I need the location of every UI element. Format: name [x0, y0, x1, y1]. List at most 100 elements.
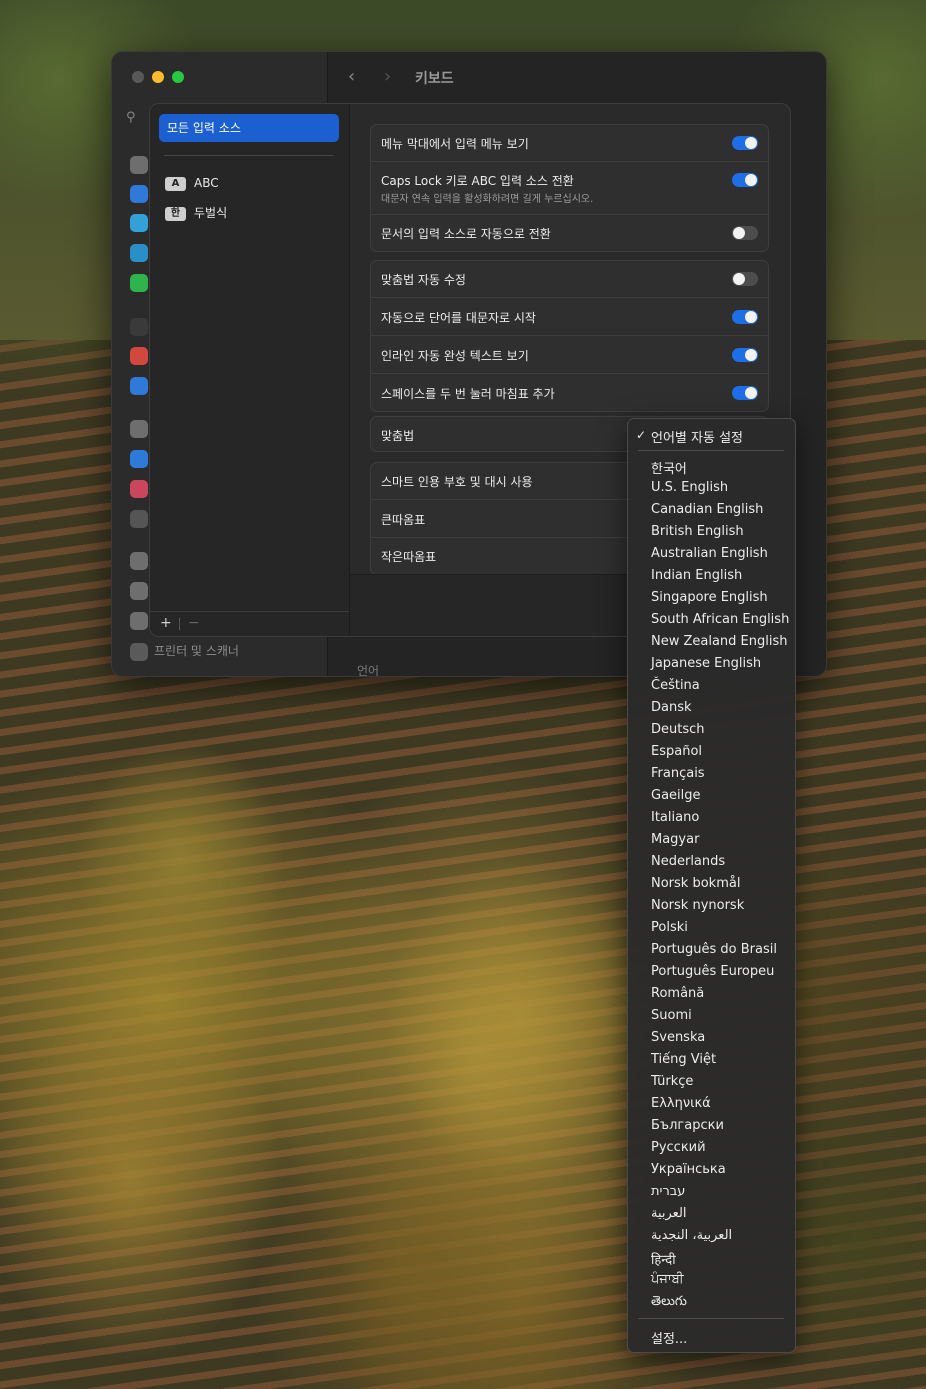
- menu-item-language[interactable]: British English: [651, 524, 744, 539]
- auto-correct-toggle[interactable]: [732, 272, 758, 286]
- back-button[interactable]: ‹: [348, 66, 355, 87]
- wallet-icon[interactable]: [130, 510, 148, 528]
- input-source-dubeolsik[interactable]: 한 두벌식: [165, 204, 227, 221]
- menu-item-language[interactable]: Dansk: [651, 700, 692, 715]
- input-source-label: ABC: [194, 176, 219, 190]
- minimize-button[interactable]: [152, 71, 164, 83]
- menu-item-language[interactable]: Polski: [651, 920, 688, 935]
- menu-item-language[interactable]: Română: [651, 986, 704, 1001]
- forward-button[interactable]: ›: [384, 66, 391, 87]
- menu-separator: [638, 450, 784, 451]
- menu-item-language[interactable]: हिन्दी: [651, 1250, 676, 1268]
- input-source-label: 두벌식: [194, 206, 228, 220]
- divider: [164, 155, 334, 156]
- menu-item-settings[interactable]: 설정...: [651, 1328, 687, 1347]
- game-center-icon[interactable]: [130, 480, 148, 498]
- menu-item-language[interactable]: Čeština: [651, 678, 700, 693]
- menu-item-language[interactable]: Svenska: [651, 1030, 705, 1045]
- sidebar-item-label: 프린터 및 스캐너: [154, 644, 239, 658]
- mouse-icon[interactable]: [130, 582, 148, 600]
- menu-item-automatic[interactable]: 언어별 자동 설정: [651, 427, 743, 446]
- internet-accounts-icon[interactable]: [130, 450, 148, 468]
- divider: [179, 618, 180, 630]
- sidebar-item-printers[interactable]: 프린터 및 스캐너: [130, 642, 239, 661]
- hangul-badge-icon: 한: [165, 206, 186, 221]
- menu-item-language[interactable]: Български: [651, 1118, 724, 1133]
- remove-input-source-button[interactable]: −: [188, 615, 200, 631]
- accessibility-icon[interactable]: [130, 214, 148, 232]
- settings-row: 자동으로 단어를 대문자로 시작: [371, 298, 768, 336]
- settings-row: 인라인 자동 완성 텍스트 보기: [371, 336, 768, 374]
- menu-item-language[interactable]: Japanese English: [651, 656, 761, 671]
- menu-item-language[interactable]: Українська: [651, 1162, 726, 1177]
- menu-item-language[interactable]: Português Europeu: [651, 964, 774, 979]
- menu-item-language[interactable]: Português do Brasil: [651, 942, 777, 957]
- auto-switch-input-source-toggle[interactable]: [732, 226, 758, 240]
- menu-item-language[interactable]: Singapore English: [651, 590, 768, 605]
- add-input-source-button[interactable]: +: [160, 615, 172, 631]
- menu-item-language[interactable]: Magyar: [651, 832, 699, 847]
- menu-item-language[interactable]: Norsk nynorsk: [651, 898, 744, 913]
- input-source-abc[interactable]: A ABC: [165, 176, 219, 191]
- setting-label: 인라인 자동 완성 텍스트 보기: [381, 349, 529, 363]
- menu-item-language[interactable]: עברית: [651, 1184, 685, 1199]
- appearance-icon[interactable]: [130, 185, 148, 203]
- menu-item-language[interactable]: العربية، النجدية: [651, 1228, 732, 1243]
- language-section-label: 언어: [357, 664, 380, 677]
- menu-item-language[interactable]: Canadian English: [651, 502, 763, 517]
- setting-label: 자동으로 단어를 대문자로 시작: [381, 311, 536, 325]
- menu-item-language[interactable]: Русский: [651, 1140, 706, 1155]
- passwords-icon[interactable]: [130, 420, 148, 438]
- menu-item-language[interactable]: 한국어: [651, 458, 687, 477]
- settings-row: Caps Lock 키로 ABC 입력 소스 전환 대문자 연속 입력을 활성화…: [371, 162, 768, 215]
- show-input-menu-toggle[interactable]: [732, 136, 758, 150]
- zoom-button[interactable]: [172, 71, 184, 83]
- menu-item-language[interactable]: Nederlands: [651, 854, 725, 869]
- caps-lock-switch-toggle[interactable]: [732, 173, 758, 187]
- setting-label: 스마트 인용 부호 및 대시 사용: [381, 475, 533, 489]
- menu-item-language[interactable]: ਪੰਜਾਬੀ: [651, 1272, 684, 1287]
- lock-icon[interactable]: [130, 318, 148, 336]
- control-center-icon[interactable]: [130, 244, 148, 262]
- all-input-sources-item[interactable]: 모든 입력 소스: [159, 114, 339, 142]
- users-icon[interactable]: [130, 377, 148, 395]
- setting-description: 대문자 연속 입력을 활성화하려면 길게 누르십시오.: [381, 194, 594, 205]
- menu-item-language[interactable]: العربية: [651, 1206, 687, 1221]
- auto-capitalize-toggle[interactable]: [732, 310, 758, 324]
- menu-item-language[interactable]: Français: [651, 766, 705, 781]
- setting-label: 문서의 입력 소스로 자동으로 전환: [381, 227, 551, 241]
- printer-icon: [130, 642, 148, 661]
- screen-time-icon[interactable]: [130, 347, 148, 365]
- input-menu-settings-group: 메뉴 막대에서 입력 메뉴 보기 Caps Lock 키로 ABC 입력 소스 …: [370, 124, 769, 252]
- settings-row: 스페이스를 두 번 눌러 마침표 추가: [371, 374, 768, 411]
- setting-label: 맞춤법 자동 수정: [381, 273, 466, 287]
- menu-item-language[interactable]: Italiano: [651, 810, 699, 825]
- settings-row: 메뉴 막대에서 입력 메뉴 보기: [371, 125, 768, 162]
- menu-item-language[interactable]: Deutsch: [651, 722, 705, 737]
- keyboard-icon[interactable]: [130, 552, 148, 570]
- display-icon[interactable]: [130, 156, 148, 174]
- menu-item-language[interactable]: New Zealand English: [651, 634, 788, 649]
- search-icon[interactable]: ⚲: [126, 110, 136, 125]
- menu-item-language[interactable]: తెలుగు: [651, 1294, 687, 1312]
- menu-item-language[interactable]: Ελληνικά: [651, 1096, 711, 1111]
- setting-label: Caps Lock 키로 ABC 입력 소스 전환: [381, 174, 574, 188]
- double-space-period-toggle[interactable]: [732, 386, 758, 400]
- window-title: 키보드: [415, 71, 454, 87]
- menu-item-language[interactable]: Norsk bokmål: [651, 876, 740, 891]
- menu-item-language[interactable]: Tiếng Việt: [651, 1052, 716, 1067]
- setting-label: 맞춤법: [381, 429, 415, 443]
- list-toolbar: + −: [150, 611, 349, 636]
- menu-item-language[interactable]: Australian English: [651, 546, 768, 561]
- menu-item-language[interactable]: Suomi: [651, 1008, 692, 1023]
- menu-item-language[interactable]: Türkçe: [651, 1074, 693, 1089]
- menu-item-language[interactable]: Indian English: [651, 568, 742, 583]
- menu-item-language[interactable]: Español: [651, 744, 702, 759]
- inline-predictive-toggle[interactable]: [732, 348, 758, 362]
- menu-item-language[interactable]: U.S. English: [651, 480, 728, 495]
- menu-item-language[interactable]: South African English: [651, 612, 789, 627]
- game-controllers-icon[interactable]: [130, 612, 148, 630]
- menu-item-language[interactable]: Gaeilge: [651, 788, 701, 803]
- close-button[interactable]: [132, 71, 144, 83]
- battery-icon[interactable]: [130, 274, 148, 292]
